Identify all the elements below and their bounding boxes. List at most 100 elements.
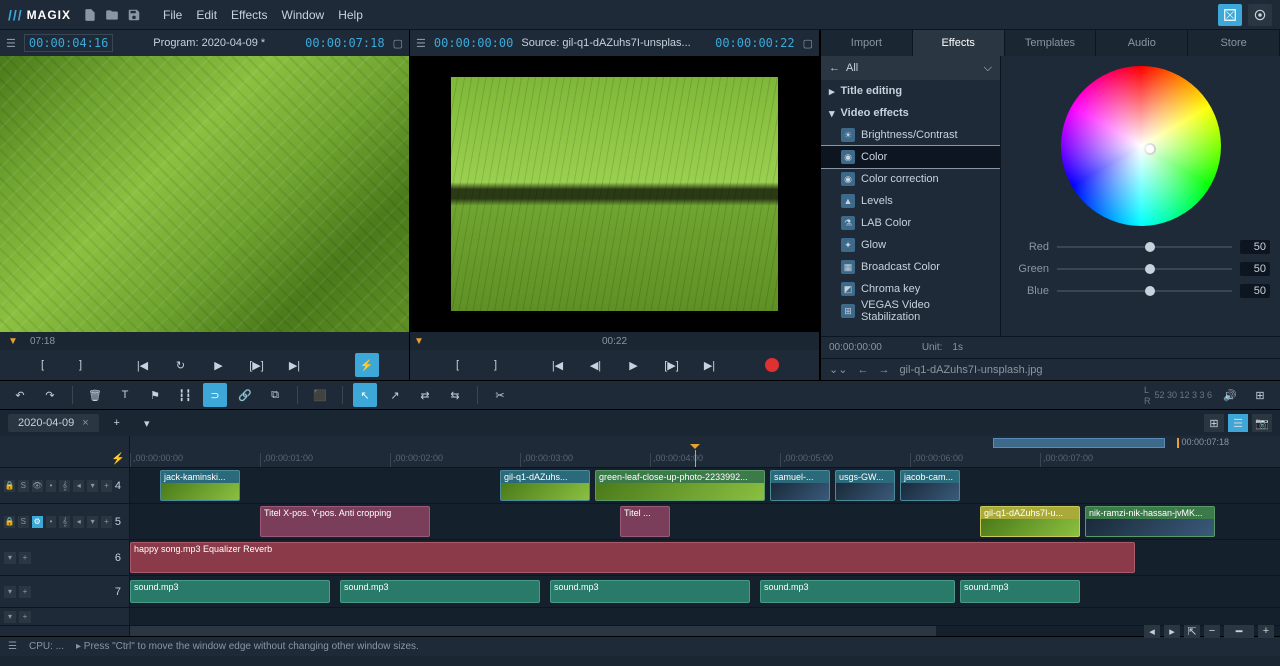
slide-tool[interactable]: ⇆: [443, 383, 467, 407]
goto-start-button[interactable]: |◀: [131, 353, 155, 377]
blue-value[interactable]: 50: [1240, 284, 1270, 298]
track-fx-on[interactable]: ⚙: [32, 516, 43, 528]
program-viewport[interactable]: [0, 56, 409, 332]
src-play-button[interactable]: ▶: [622, 353, 646, 377]
timeline-scrollbar[interactable]: ◂ ▸ ⇱ − ━ +: [0, 626, 1280, 636]
scroll-right-button[interactable]: ▸: [1164, 624, 1180, 638]
clip[interactable]: sound.mp3: [550, 580, 750, 603]
green-value[interactable]: 50: [1240, 262, 1270, 276]
tab-effects[interactable]: Effects: [913, 30, 1005, 56]
fx-glow[interactable]: ✦Glow: [821, 234, 1000, 256]
lightning-button[interactable]: ⚡: [355, 353, 379, 377]
track-opt[interactable]: ▾: [4, 611, 16, 623]
track-lock[interactable]: 🔒: [4, 516, 15, 528]
overwrite-button[interactable]: ⬛: [308, 383, 332, 407]
clip[interactable]: usgs-GW...: [835, 470, 895, 501]
program-ruler[interactable]: ▼07:18: [0, 332, 409, 350]
track-solo[interactable]: S: [18, 516, 29, 528]
pointer-tool[interactable]: ↖: [353, 383, 377, 407]
zoom-slider[interactable]: ━: [1224, 624, 1254, 638]
red-track[interactable]: [1057, 246, 1232, 248]
clip[interactable]: sound.mp3: [340, 580, 540, 603]
fx-levels[interactable]: ▲Levels: [821, 190, 1000, 212]
track-vol[interactable]: 𝄞: [59, 516, 70, 528]
overview-bar[interactable]: [993, 438, 1166, 448]
track-opt[interactable]: ▾: [87, 480, 98, 492]
in-point-button[interactable]: [: [31, 353, 55, 377]
clip[interactable]: sound.mp3: [130, 580, 330, 603]
project-tab[interactable]: 2020-04-09 ×: [8, 414, 99, 432]
chevron-down-icon[interactable]: ⌵: [984, 62, 992, 75]
grid-button[interactable]: ┇┇: [173, 383, 197, 407]
add-tab-button[interactable]: +: [105, 411, 129, 435]
view-cam-button[interactable]: 📷: [1252, 414, 1272, 432]
source-marker-icon[interactable]: ▼: [414, 336, 424, 347]
track-solo[interactable]: S: [18, 480, 29, 492]
source-viewport[interactable]: [410, 56, 819, 332]
src-goto-end-button[interactable]: ▶|: [698, 353, 722, 377]
cat-title-editing[interactable]: ▸Title editing: [821, 80, 1000, 102]
fit-button[interactable]: ⇱: [1184, 624, 1200, 638]
tab-audio[interactable]: Audio: [1096, 30, 1188, 56]
redo-button[interactable]: ↷: [38, 383, 62, 407]
track-mute[interactable]: •: [46, 480, 57, 492]
src-in-button[interactable]: [: [446, 353, 470, 377]
track-vol[interactable]: ◂: [73, 480, 84, 492]
track-8-body[interactable]: [130, 608, 1280, 625]
new-file-icon[interactable]: [79, 4, 101, 26]
track-lock[interactable]: 🔒: [4, 480, 15, 492]
clip[interactable]: green-leaf-close-up-photo-2233992...: [595, 470, 765, 501]
source-menu-icon[interactable]: ☰: [416, 37, 426, 50]
src-out-button[interactable]: ]: [484, 353, 508, 377]
close-tab-icon[interactable]: ×: [82, 417, 88, 429]
track-opt[interactable]: ▾: [4, 552, 16, 564]
track-opt[interactable]: ◂: [73, 516, 84, 528]
record-button[interactable]: [760, 353, 784, 377]
track-fx[interactable]: 𝄞: [59, 480, 70, 492]
color-wheel[interactable]: [1061, 66, 1221, 226]
fx-brightness[interactable]: ☀Brightness/Contrast: [821, 124, 1000, 146]
view-list-button[interactable]: ☰: [1228, 414, 1248, 432]
track-plus[interactable]: +: [101, 480, 112, 492]
group-button[interactable]: ⧉: [263, 383, 287, 407]
tab-import[interactable]: Import: [821, 30, 913, 56]
timeline-ruler[interactable]: 00:00:07:18 ,00:00:00:00,00:00:01:00,00:…: [130, 436, 1280, 467]
fx-broadcast[interactable]: ▦Broadcast Color: [821, 256, 1000, 278]
playhead[interactable]: [695, 450, 696, 467]
fx-chroma[interactable]: ◩Chroma key: [821, 278, 1000, 300]
undo-button[interactable]: ↶: [8, 383, 32, 407]
track-plus[interactable]: +: [19, 611, 31, 623]
track-7-body[interactable]: sound.mp3sound.mp3sound.mp3sound.mp3soun…: [130, 576, 1280, 607]
fx-lab[interactable]: ⚗LAB Color: [821, 212, 1000, 234]
footer-unit[interactable]: 1s: [952, 342, 963, 353]
save-icon[interactable]: [123, 4, 145, 26]
menu-effects[interactable]: Effects: [231, 8, 267, 22]
view-grid-button[interactable]: ⊞: [1204, 414, 1224, 432]
back-arrow-icon[interactable]: ←: [829, 62, 840, 74]
tab-menu-icon[interactable]: ▾: [135, 411, 159, 435]
track-plus[interactable]: +: [19, 586, 31, 598]
tab-store[interactable]: Store: [1188, 30, 1280, 56]
source-ruler[interactable]: ▼00:22: [410, 332, 819, 350]
track-opt2[interactable]: ▾: [87, 516, 98, 528]
link-button[interactable]: 🔗: [233, 383, 257, 407]
red-thumb[interactable]: [1145, 242, 1155, 252]
src-prev-button[interactable]: ◀|: [584, 353, 608, 377]
track-plus[interactable]: +: [19, 552, 31, 564]
clip[interactable]: sound.mp3: [960, 580, 1080, 603]
fx-color[interactable]: ◉Color: [821, 146, 1000, 168]
green-track[interactable]: [1057, 268, 1232, 270]
blue-track[interactable]: [1057, 290, 1232, 292]
clip[interactable]: Titel X-pos. Y-pos. Anti cropping: [260, 506, 430, 537]
track-eye[interactable]: 👁: [32, 480, 43, 492]
clip[interactable]: gil-q1-dAZuhs7I-u...: [980, 506, 1080, 537]
scroll-left-button[interactable]: ◂: [1144, 624, 1160, 638]
speaker-icon[interactable]: 🔊: [1218, 383, 1242, 407]
play-button[interactable]: ▶: [207, 353, 231, 377]
menu-edit[interactable]: Edit: [196, 8, 217, 22]
open-folder-icon[interactable]: [101, 4, 123, 26]
track-5-body[interactable]: Titel X-pos. Y-pos. Anti croppingTitel .…: [130, 504, 1280, 539]
loop-button[interactable]: ↻: [169, 353, 193, 377]
green-thumb[interactable]: [1145, 264, 1155, 274]
mixer-button[interactable]: ⊞: [1248, 383, 1272, 407]
